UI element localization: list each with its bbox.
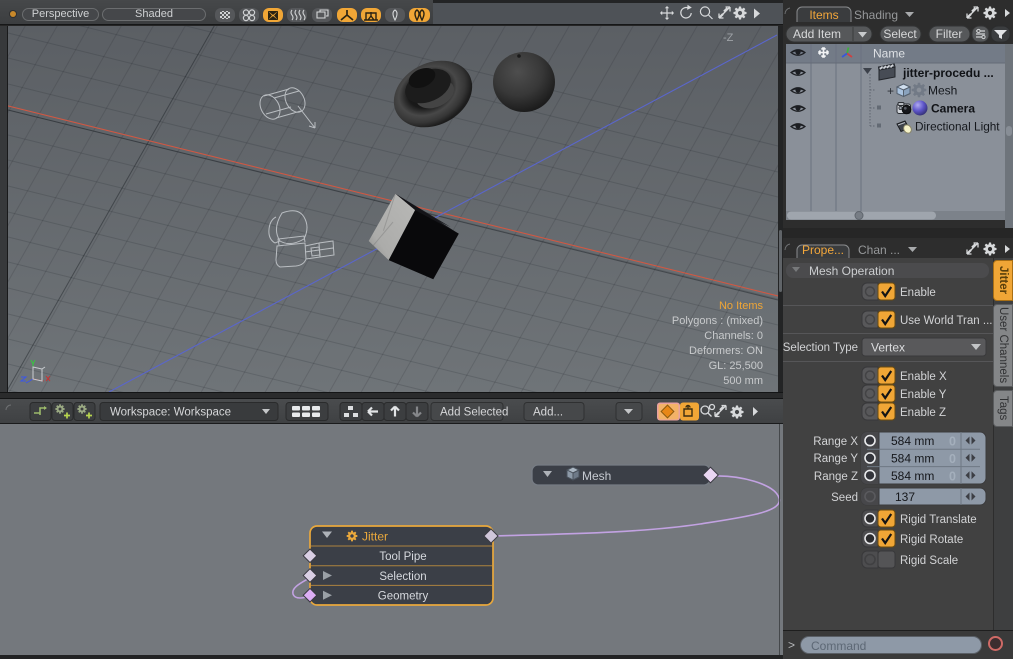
svg-text:Rigid Rotate: Rigid Rotate — [900, 534, 963, 546]
svg-text:Camera: Camera — [931, 102, 975, 116]
svg-text:Geometry: Geometry — [378, 591, 429, 603]
svg-text:Range Y: Range Y — [813, 453, 858, 465]
svg-text:Jitter: Jitter — [362, 530, 388, 544]
svg-text:Rigid Scale: Rigid Scale — [900, 555, 958, 567]
svg-text:Selection: Selection — [379, 571, 426, 583]
svg-text:jitter-procedu ...: jitter-procedu ... — [902, 66, 994, 80]
svg-text:Workspace: Workspace: Workspace: Workspace — [110, 407, 231, 419]
svg-text:Mesh: Mesh — [582, 469, 611, 483]
svg-text:Seed: Seed — [831, 492, 858, 504]
svg-text:Add...: Add... — [533, 407, 563, 419]
svg-text:Items: Items — [809, 8, 838, 22]
svg-text:Chan ...: Chan ... — [858, 243, 900, 257]
svg-text:Prope...: Prope... — [802, 243, 844, 257]
svg-text:Use World Tran ...: Use World Tran ... — [900, 315, 992, 327]
svg-text:Tool Pipe: Tool Pipe — [379, 551, 426, 563]
svg-text:+: + — [887, 84, 894, 98]
svg-text:Range Z: Range Z — [814, 471, 858, 483]
svg-text:Range X: Range X — [813, 436, 858, 448]
svg-text:Enable X: Enable X — [900, 371, 947, 383]
svg-text:584 mm: 584 mm — [891, 434, 934, 448]
svg-text:Mesh Operation: Mesh Operation — [809, 264, 894, 278]
svg-text:Directional Light: Directional Light — [915, 120, 1000, 134]
svg-text:137: 137 — [895, 490, 915, 504]
svg-text:Vertex: Vertex — [871, 341, 905, 355]
svg-text:Add Item: Add Item — [793, 27, 841, 41]
svg-text:Add Selected: Add Selected — [440, 407, 508, 419]
svg-text:Name: Name — [873, 47, 905, 61]
svg-text:Enable Y: Enable Y — [900, 389, 947, 401]
svg-text:0: 0 — [949, 452, 956, 466]
svg-text:584 mm: 584 mm — [891, 451, 934, 465]
svg-text:0: 0 — [949, 435, 956, 449]
svg-text:0: 0 — [949, 469, 956, 483]
svg-text:Enable: Enable — [900, 287, 936, 299]
svg-text:Mesh: Mesh — [928, 84, 957, 98]
svg-text:Selection Type: Selection Type — [783, 342, 858, 354]
svg-text:Enable Z: Enable Z — [900, 407, 946, 419]
svg-text:Filter: Filter — [936, 27, 963, 41]
svg-text:Rigid Translate: Rigid Translate — [900, 514, 977, 526]
svg-text:Select: Select — [883, 27, 917, 41]
svg-text:584 mm: 584 mm — [891, 469, 934, 483]
svg-text:Shading: Shading — [854, 8, 898, 22]
